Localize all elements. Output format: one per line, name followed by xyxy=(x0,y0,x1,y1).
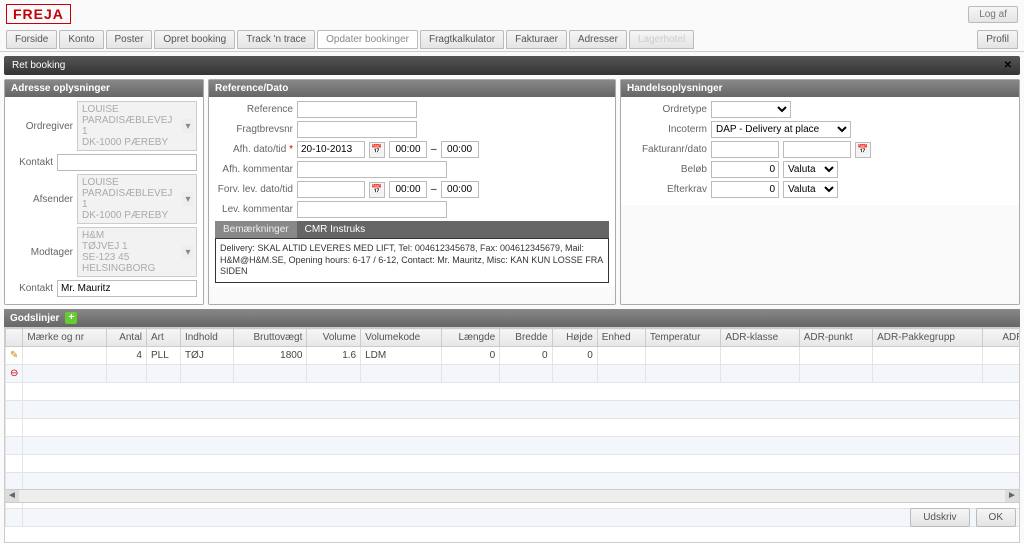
table-row xyxy=(6,437,1020,455)
fakturadato-input[interactable] xyxy=(783,141,851,158)
forv-label: Forv. lev. dato/tid xyxy=(215,184,293,195)
kontakt1-label: Kontakt xyxy=(11,157,53,168)
levkom-label: Lev. kommentar xyxy=(215,204,293,215)
kontakt2-label: Kontakt xyxy=(11,283,53,294)
ordregiver-label: Ordregiver xyxy=(11,121,73,132)
scroll-right-icon[interactable]: ► xyxy=(1005,490,1019,502)
belob-valuta-select[interactable]: Valuta xyxy=(783,161,838,178)
afhkom-label: Afh. kommentar xyxy=(215,164,293,175)
edit-icon[interactable]: ✎ xyxy=(10,350,18,361)
afsender-field[interactable]: LOUISE PARADISÆBLEVEJ 1 DK-1000 PÆREBY▾ xyxy=(77,174,197,224)
efterkrav-valuta-select[interactable]: Valuta xyxy=(783,181,838,198)
titlebar: Ret booking ✕ xyxy=(4,56,1020,75)
close-icon[interactable]: ✕ xyxy=(1004,60,1012,71)
ordretype-label: Ordretype xyxy=(627,104,707,115)
table-row xyxy=(6,473,1020,491)
efterkrav-input[interactable] xyxy=(711,181,779,198)
efterkrav-label: Efterkrav xyxy=(627,184,707,195)
afh-time1-input[interactable] xyxy=(389,141,427,158)
kontakt1-input[interactable] xyxy=(57,154,197,171)
levkom-input[interactable] xyxy=(297,201,447,218)
table-row xyxy=(6,419,1020,437)
trade-header: Handelsoplysninger xyxy=(621,80,1019,97)
fragtbrev-label: Fragtbrevsnr xyxy=(215,124,293,135)
nav-track[interactable]: Track 'n trace xyxy=(237,30,315,49)
fragtbrev-input[interactable] xyxy=(297,121,417,138)
nav-konto[interactable]: Konto xyxy=(59,30,103,49)
nav-fakturaer[interactable]: Fakturaer xyxy=(506,30,567,49)
belob-input[interactable] xyxy=(711,161,779,178)
godslinjer-header: Godslinjer + xyxy=(4,309,1020,327)
calendar-icon[interactable]: 📅 xyxy=(855,142,871,158)
ok-button[interactable]: OK xyxy=(976,508,1016,527)
horizontal-scrollbar[interactable]: ◄ ► xyxy=(4,489,1020,503)
nav-fragtkalk[interactable]: Fragtkalkulator xyxy=(420,30,504,49)
table-row xyxy=(6,383,1020,401)
gods-grid[interactable]: Mærke og nrAntalArt IndholdBruttovægtVol… xyxy=(5,328,1019,542)
grid-header-row: Mærke og nrAntalArt IndholdBruttovægtVol… xyxy=(6,329,1020,347)
refdate-header: Reference/Dato xyxy=(209,80,615,97)
calendar-icon[interactable]: 📅 xyxy=(369,142,385,158)
tab-bemaerkninger[interactable]: Bemærkninger xyxy=(215,221,297,238)
nav-opret-booking[interactable]: Opret booking xyxy=(154,30,235,49)
scroll-left-icon[interactable]: ◄ xyxy=(5,490,19,502)
nav-adresser[interactable]: Adresser xyxy=(569,30,627,49)
afh-label: Afh. dato/tid * xyxy=(215,144,293,155)
ordregiver-field[interactable]: LOUISE PARADISÆBLEVEJ 1 DK-1000 PÆREBY▾ xyxy=(77,101,197,151)
nav-profil[interactable]: Profil xyxy=(977,30,1018,49)
chevron-down-icon[interactable]: ▾ xyxy=(182,192,194,206)
afhkom-input[interactable] xyxy=(297,161,447,178)
logoff-button[interactable]: Log af xyxy=(968,6,1018,23)
kontakt2-input[interactable] xyxy=(57,280,197,297)
logo: FREJA xyxy=(6,4,71,24)
table-row[interactable]: ✎ 4PLL TØJ18001.6 LDM00 0 0 xyxy=(6,347,1020,365)
incoterm-select[interactable]: DAP - Delivery at place xyxy=(711,121,851,138)
address-header: Adresse oplysninger xyxy=(5,80,203,97)
forv-time2-input[interactable] xyxy=(441,181,479,198)
table-row xyxy=(6,509,1020,527)
table-row xyxy=(6,455,1020,473)
forv-time1-input[interactable] xyxy=(389,181,427,198)
add-row-button[interactable]: + xyxy=(65,312,77,324)
forv-date-input[interactable] xyxy=(297,181,365,198)
table-row xyxy=(6,401,1020,419)
chevron-down-icon[interactable]: ▾ xyxy=(182,245,194,259)
nav-forside[interactable]: Forside xyxy=(6,30,57,49)
chevron-down-icon[interactable]: ▾ xyxy=(182,119,194,133)
delete-icon[interactable]: ⊖ xyxy=(10,368,18,379)
afsender-label: Afsender xyxy=(11,194,73,205)
remarks-box: Delivery: SKAL ALTID LEVERES MED LIFT, T… xyxy=(215,238,609,283)
page-title: Ret booking xyxy=(12,60,65,71)
afh-time2-input[interactable] xyxy=(441,141,479,158)
navbar: Forside Konto Poster Opret booking Track… xyxy=(0,28,1024,52)
afh-date-input[interactable] xyxy=(297,141,365,158)
reference-input[interactable] xyxy=(297,101,417,118)
table-row[interactable]: ⊖ xyxy=(6,365,1020,383)
nav-lagerhotel[interactable]: Lagerhotel xyxy=(629,30,694,49)
incoterm-label: Incoterm xyxy=(627,124,707,135)
calendar-icon[interactable]: 📅 xyxy=(369,182,385,198)
reference-label: Reference xyxy=(215,104,293,115)
belob-label: Beløb xyxy=(627,164,707,175)
modtager-label: Modtager xyxy=(11,247,73,258)
nav-poster[interactable]: Poster xyxy=(106,30,153,49)
fakturanr-input[interactable] xyxy=(711,141,779,158)
ordretype-select[interactable] xyxy=(711,101,791,118)
nav-opdater[interactable]: Opdater bookinger xyxy=(317,30,418,49)
modtager-field[interactable]: H&M TØJVEJ 1 SE-123 45 HELSINGBORG▾ xyxy=(77,227,197,277)
faktura-label: Fakturanr/dato xyxy=(627,144,707,155)
udskriv-button[interactable]: Udskriv xyxy=(910,508,969,527)
tab-cmr-instruks[interactable]: CMR Instruks xyxy=(297,221,374,238)
